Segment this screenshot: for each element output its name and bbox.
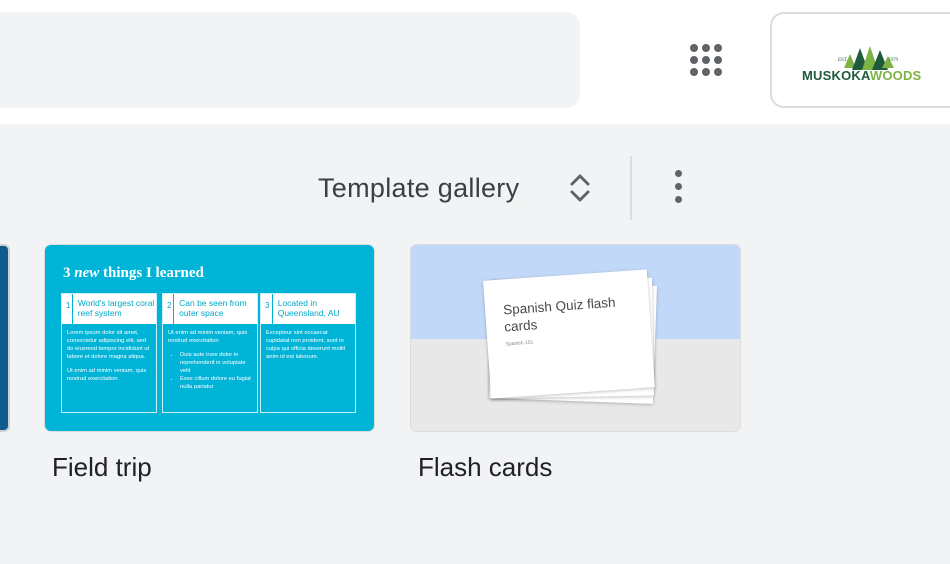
heading-pre: 3 [63, 265, 75, 281]
logo-text-muskoka: MUSKOKA [802, 68, 870, 83]
flash-card-stack: Spanish Quiz flash cards Spanish 101 [483, 269, 658, 404]
column-text: Excepteur sint occaecat cupidatat non pr… [266, 330, 346, 360]
column-bullet: Duis aute irure dolor in reprehenderit i… [180, 351, 252, 375]
flash-card: Spanish Quiz flash cards Spanish 101 [483, 269, 655, 399]
flash-card-title: Spanish Quiz flash cards [502, 294, 616, 335]
logo-text-woods: WOODS [869, 68, 922, 83]
column-number: 2 [163, 294, 175, 324]
column-text: Ut enim ad minim veniam, quis nostrud ex… [168, 330, 248, 344]
heading-post: things I learned [99, 265, 204, 281]
column-title: Can be seen from outer space [179, 298, 247, 318]
more-vertical-icon[interactable] [666, 166, 690, 206]
template-thumbnail-flash-cards[interactable]: Spanish Quiz flash cards Spanish 101 [410, 244, 741, 432]
column-number: 1 [62, 294, 73, 324]
logo-year-label: 1979 [888, 58, 898, 63]
field-trip-column: 1 World's largest coral reef system Lorem… [61, 293, 157, 413]
unfold-icon [570, 174, 590, 202]
search-bar[interactable] [0, 12, 580, 108]
field-trip-column: 3 Located in Queensland, AU Excepteur sin… [260, 293, 356, 413]
logo-wordmark: MUSKOKAWOODS [802, 68, 921, 83]
field-trip-column: 2 Can be seen from outer space Ut enim ad… [162, 293, 258, 413]
heading-em: new [74, 265, 100, 281]
column-text: Lorem ipsum dolor sit amet, consectetur … [67, 330, 150, 360]
logo-est-label: EST. [838, 58, 848, 63]
field-trip-heading: 3 new things I learned [63, 265, 204, 282]
template-thumbnail-field-trip[interactable]: 3 new things I learned 1 World's largest … [44, 244, 375, 432]
header-divider [630, 156, 632, 220]
account-switcher[interactable]: EST. 1979 MUSKOKAWOODS [770, 12, 950, 108]
column-text: Ut enim ad minim veniam, quis nostrud ex… [67, 368, 147, 382]
template-label-flash-cards[interactable]: Flash cards [418, 452, 552, 483]
column-title: Located in Queensland, AU [277, 298, 340, 318]
apps-grid-icon[interactable] [684, 38, 728, 82]
column-number: 3 [261, 294, 273, 324]
flash-card-subtitle: Spanish 101 [505, 339, 534, 348]
template-gallery-toggle[interactable]: Template gallery [318, 168, 590, 208]
template-thumbnail-partial[interactable] [0, 244, 10, 432]
top-bar: EST. 1979 MUSKOKAWOODS [0, 0, 950, 124]
column-title: World's largest coral reef system [77, 298, 155, 318]
column-bullet: Esse cillum dolore eu fugiat nulla paria… [180, 375, 252, 391]
template-gallery-title: Template gallery [318, 172, 520, 203]
template-label-field-trip[interactable]: Field trip [52, 452, 152, 483]
